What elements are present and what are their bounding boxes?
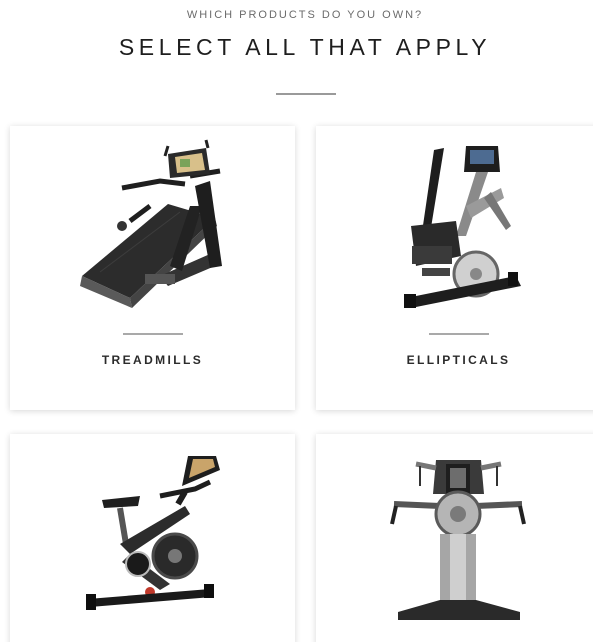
home-gym-icon bbox=[390, 460, 526, 620]
treadmill-icon bbox=[80, 139, 222, 308]
card-divider bbox=[429, 333, 489, 335]
product-card-exercise-bikes[interactable] bbox=[10, 434, 295, 642]
page-title: SELECT ALL THAT APPLY bbox=[118, 34, 492, 60]
card-divider bbox=[123, 333, 183, 335]
product-label-treadmills: TREADMILLS bbox=[101, 353, 204, 367]
exercise-bike-icon bbox=[86, 456, 220, 610]
product-label-ellipticals: ELLIPTICALS bbox=[406, 353, 511, 367]
product-card-ellipticals[interactable]: ELLIPTICALS bbox=[316, 126, 593, 410]
product-card-strength-trainers[interactable] bbox=[316, 434, 593, 642]
elliptical-icon bbox=[404, 146, 521, 308]
title-divider bbox=[276, 93, 336, 95]
product-card-treadmills[interactable]: TREADMILLS bbox=[10, 126, 295, 410]
question-eyebrow: WHICH PRODUCTS DO YOU OWN? bbox=[186, 9, 424, 21]
product-selection-page: WHICH PRODUCTS DO YOU OWN? SELECT ALL TH… bbox=[0, 0, 593, 642]
